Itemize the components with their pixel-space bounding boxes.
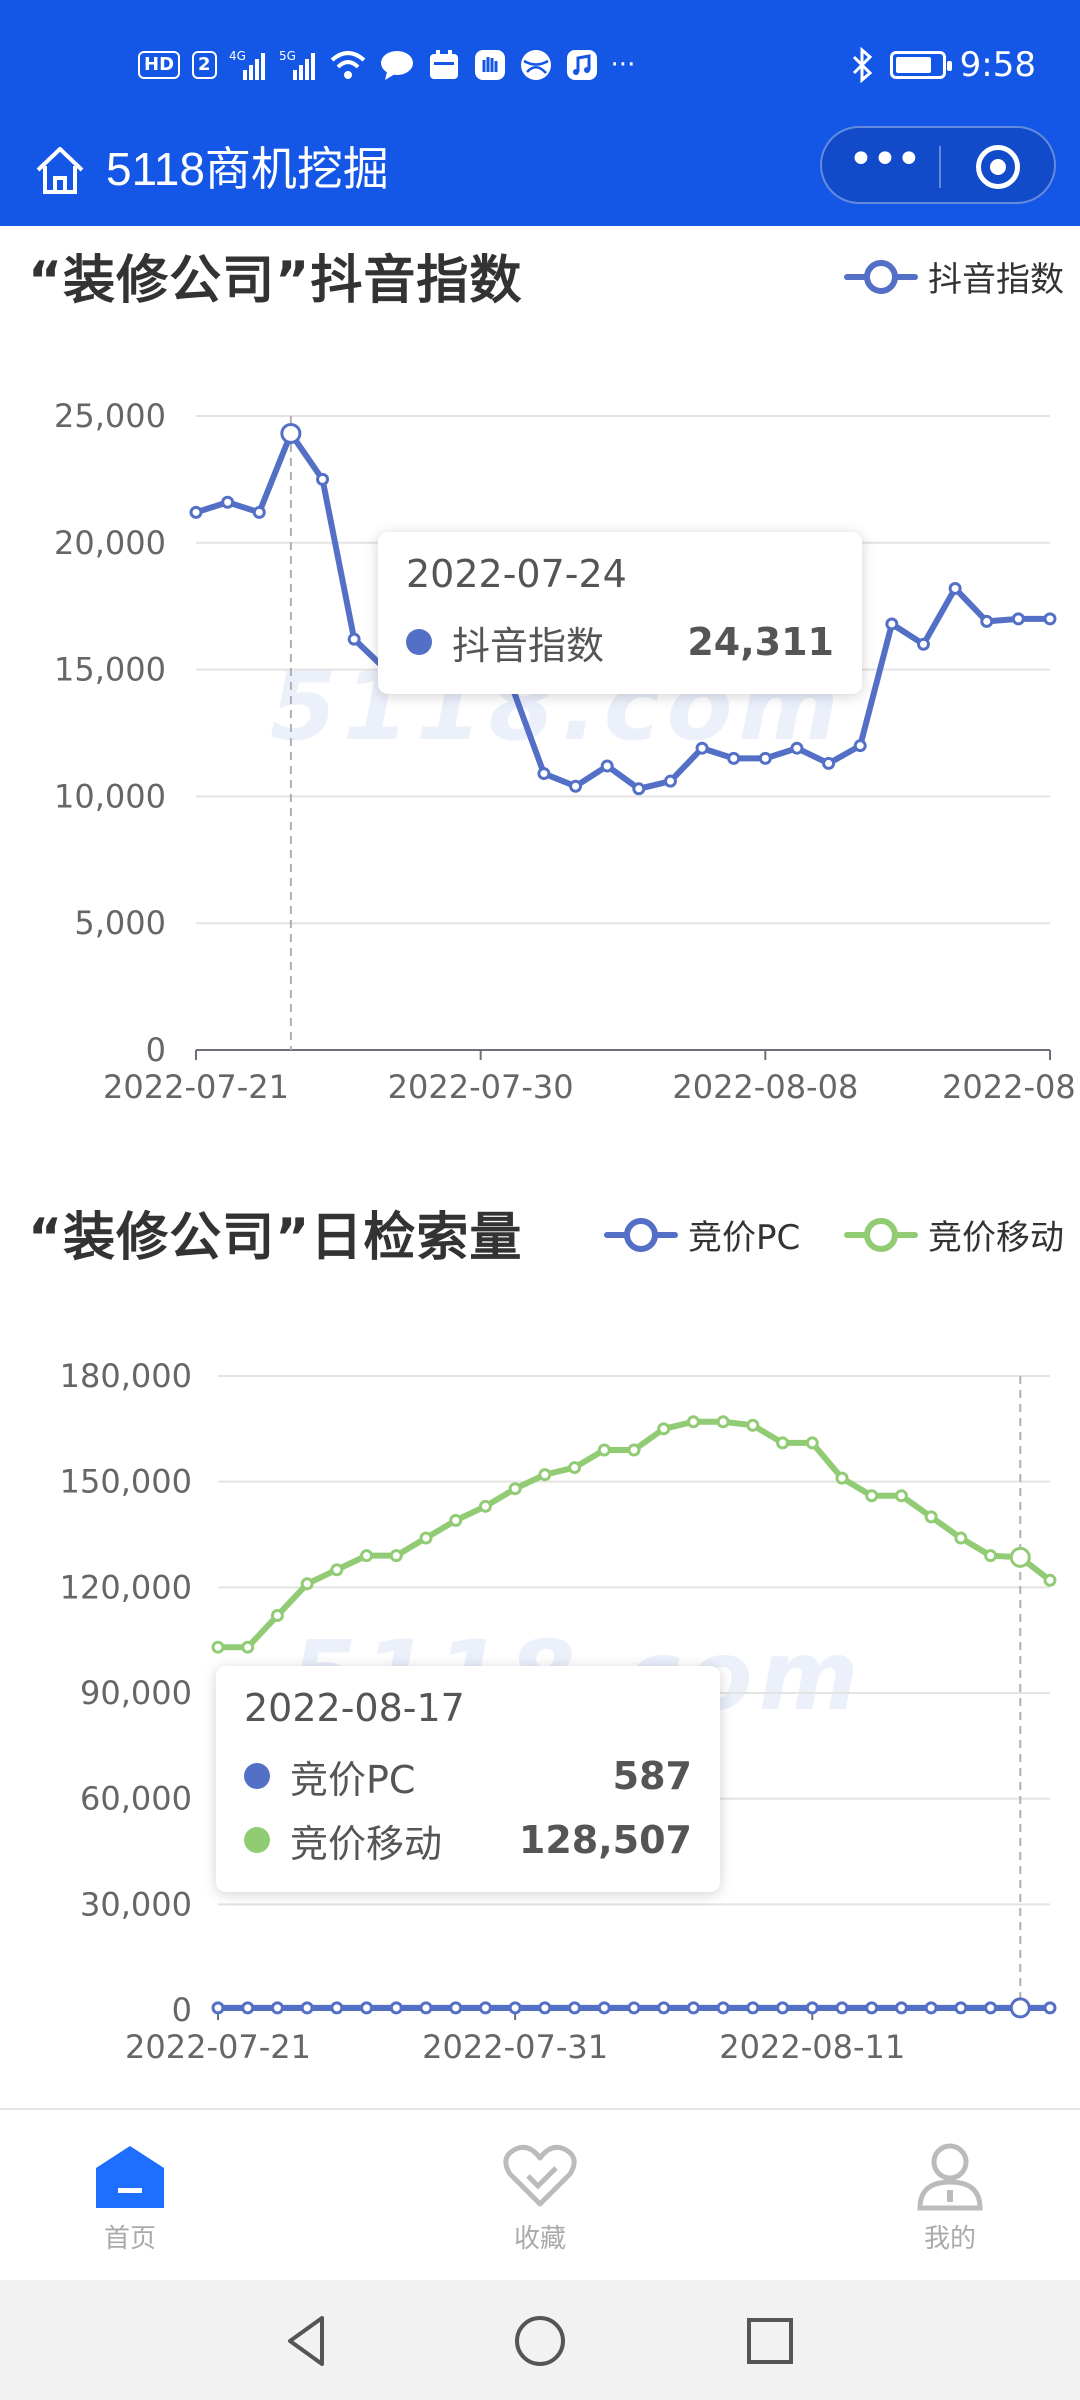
data-point: [270, 1609, 284, 1623]
data-point: [270, 2001, 284, 2015]
y-tick-label: 180,000: [60, 1357, 192, 1395]
data-point: [241, 2001, 255, 2015]
data-point: [716, 1415, 730, 1429]
data-point: [984, 1549, 998, 1563]
data-point: [657, 1422, 671, 1436]
x-tick-label: 2022-07-31: [422, 2028, 608, 2066]
data-point: [419, 1531, 433, 1545]
data-point: [1043, 2001, 1057, 2015]
data-point: [657, 2001, 671, 2015]
data-point: [508, 2001, 522, 2015]
tooltip-series: 竞价PC: [290, 1757, 416, 1802]
data-point: [746, 1418, 760, 1432]
data-point: [746, 2001, 760, 2015]
y-tick-label: 150,000: [60, 1463, 192, 1501]
data-point: [865, 2001, 879, 2015]
tooltip-row-pc: 竞价PC 587: [244, 1744, 692, 1808]
data-point: [835, 1471, 849, 1485]
y-tick-label: 30,000: [80, 1885, 192, 1923]
data-point: [300, 1577, 314, 1591]
data-point: [508, 1482, 522, 1496]
data-point: [894, 2001, 908, 2015]
data-point: [419, 2001, 433, 2015]
recent-apps-icon[interactable]: [735, 2306, 805, 2376]
data-point: [686, 2001, 700, 2015]
tooltip-series: 竞价移动: [290, 1821, 443, 1866]
data-point: [330, 2001, 344, 2015]
back-icon[interactable]: [272, 2306, 342, 2376]
tooltip-row-mobile: 竞价移动 128,507: [244, 1808, 692, 1872]
data-point: [300, 2001, 314, 2015]
data-point: [776, 2001, 790, 2015]
data-point: [776, 1436, 790, 1450]
data-point: [1009, 1997, 1031, 2019]
data-point: [894, 1489, 908, 1503]
data-point: [686, 1415, 700, 1429]
home-circle-icon[interactable]: [505, 2306, 575, 2376]
data-point: [211, 1640, 225, 1654]
data-point: [538, 1468, 552, 1482]
data-point: [241, 1640, 255, 1654]
data-point: [360, 2001, 374, 2015]
data-point: [211, 2001, 225, 2015]
favorite-icon: [503, 2144, 577, 2207]
data-point: [330, 1563, 344, 1577]
data-point: [538, 2001, 552, 2015]
tooltip-dot: [244, 1763, 270, 1789]
tab-home[interactable]: 首页: [60, 2140, 200, 2255]
data-point: [716, 2001, 730, 2015]
tab-favorite-label: 收藏: [513, 2224, 566, 2254]
tooltip-date: 2022-08-17: [244, 1686, 465, 1730]
data-point: [984, 2001, 998, 2015]
profile-icon: [917, 2143, 983, 2211]
data-point: [924, 2001, 938, 2015]
tab-bar: 首页 收藏 我的: [0, 2108, 1080, 2280]
tab-favorite[interactable]: 收藏: [470, 2140, 610, 2255]
system-nav-bar: [0, 2280, 1080, 2400]
tab-profile-label: 我的: [923, 2224, 976, 2254]
data-point: [954, 1531, 968, 1545]
data-point: [597, 1443, 611, 1457]
data-point: [360, 1549, 374, 1563]
x-tick-label: 2022-08-11: [719, 2028, 905, 2066]
tab-home-label: 首页: [103, 2224, 156, 2254]
data-point: [954, 2001, 968, 2015]
tab-profile[interactable]: 我的: [880, 2140, 1020, 2255]
data-point: [805, 1436, 819, 1450]
y-tick-label: 120,000: [60, 1568, 192, 1606]
data-point: [449, 1513, 463, 1527]
data-point: [627, 1443, 641, 1457]
data-point: [627, 2001, 641, 2015]
tooltip-dot: [244, 1827, 270, 1853]
data-point: [805, 2001, 819, 2015]
data-point: [568, 2001, 582, 2015]
data-point: [924, 1510, 938, 1524]
data-point: [597, 2001, 611, 2015]
data-point: [1009, 1546, 1031, 1568]
data-point: [835, 2001, 849, 2015]
y-tick-label: 90,000: [80, 1674, 192, 1712]
data-point: [389, 2001, 403, 2015]
data-point: [389, 1549, 403, 1563]
home-tab-icon: [96, 2146, 164, 2208]
data-point: [478, 1499, 492, 1513]
y-tick-label: 0: [172, 1991, 192, 2029]
data-point: [478, 2001, 492, 2015]
tooltip-value: 128,507: [518, 1818, 692, 1862]
data-point: [449, 2001, 463, 2015]
data-point: [1043, 1573, 1057, 1587]
data-point: [568, 1461, 582, 1475]
chart2-tooltip: 2022-08-17 竞价PC 587 竞价移动 128,507: [216, 1666, 720, 1892]
data-point: [865, 1489, 879, 1503]
x-tick-label: 2022-07-21: [125, 2028, 311, 2066]
y-tick-label: 60,000: [80, 1780, 192, 1818]
tooltip-value: 587: [612, 1754, 692, 1798]
